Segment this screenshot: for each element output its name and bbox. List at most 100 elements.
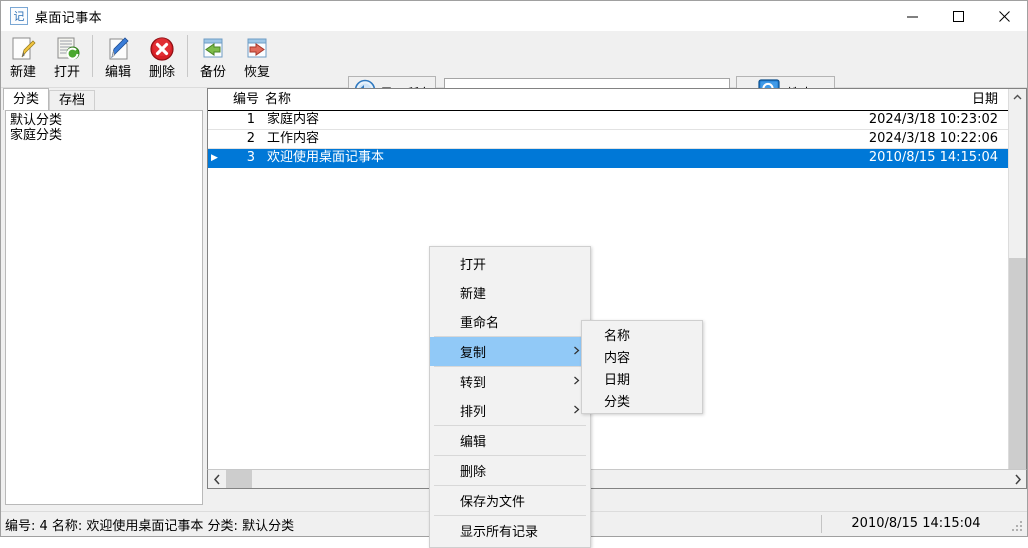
title-bar: 记 桌面记事本: [1, 1, 1027, 31]
status-info: 编号: 4 名称: 欢迎使用桌面记事本 分类: 默认分类: [5, 518, 295, 534]
table-row[interactable]: ▶ 3 欢迎使用桌面记事本 2010/8/15 14:15:04: [208, 149, 1008, 168]
list-header-name[interactable]: 名称: [263, 89, 836, 110]
toolbar-separator-2: [187, 35, 188, 77]
submenu-item-date[interactable]: 日期: [582, 367, 702, 389]
restore-right-arrow-icon: [241, 34, 273, 64]
list-header-row: 编号 名称 日期: [208, 89, 1008, 111]
row-marker-selected: ▶: [211, 153, 218, 163]
table-row[interactable]: 2 工作内容 2024/3/18 10:22:06: [208, 130, 1008, 149]
toolbar-separator-1: [92, 35, 93, 77]
chevron-right-icon: [573, 376, 580, 388]
chevron-left-icon[interactable]: [208, 470, 226, 488]
chevron-right-icon[interactable]: [1008, 470, 1026, 488]
row-id: 2: [246, 131, 255, 146]
new-note-icon: [7, 34, 39, 64]
toolbar-button-backup[interactable]: 备份: [191, 31, 235, 85]
app-icon: 记: [10, 7, 28, 25]
toolbar-label-edit: 编辑: [104, 65, 131, 80]
menu-item-label: 保存为文件: [460, 495, 526, 510]
list-rows: 1 家庭内容 2024/3/18 10:23:02 2 工作内容 2024/3/…: [208, 111, 1008, 469]
menu-item-label: 删除: [460, 465, 487, 480]
main-area: 分类 存档 默认分类 家庭分类 编号 名称 日期 1 家庭内容 2024/3/1…: [1, 88, 1027, 548]
menu-item-label: 转到: [460, 376, 487, 391]
vertical-scrollbar[interactable]: [1008, 89, 1026, 469]
context-submenu-copy[interactable]: 名称 内容 日期 分类: [581, 320, 703, 414]
submenu-item-label: 内容: [604, 350, 631, 366]
tab-archive[interactable]: 存档: [49, 90, 96, 110]
row-date: 2010/8/15 14:15:04: [868, 150, 998, 165]
list-header-date[interactable]: 日期: [836, 89, 1008, 110]
window-controls: [889, 1, 1027, 31]
tab-categories[interactable]: 分类: [3, 88, 50, 110]
submenu-item-name[interactable]: 名称: [582, 323, 702, 345]
row-id: 1: [246, 112, 255, 127]
menu-item-rename[interactable]: 重命名: [430, 307, 590, 336]
resize-grip[interactable]: [1012, 521, 1024, 533]
row-name: 家庭内容: [267, 112, 320, 127]
toolbar-button-delete[interactable]: 删除: [140, 31, 184, 85]
window-title: 桌面记事本: [35, 10, 103, 26]
submenu-item-label: 分类: [604, 394, 631, 410]
menu-item-edit[interactable]: 编辑: [430, 426, 590, 455]
horizontal-scroll-track[interactable]: [226, 470, 1008, 488]
chevron-up-icon[interactable]: [1009, 89, 1026, 106]
delete-cross-icon: [146, 34, 178, 64]
toolbar-label-open: 打开: [53, 65, 80, 80]
toolbar-group-backup: 备份 恢复: [191, 31, 279, 87]
vertical-scroll-track[interactable]: [1009, 106, 1026, 469]
sidebar-tabs: 分类 存档: [1, 88, 207, 110]
menu-item-label: 重命名: [460, 316, 500, 331]
toolbar-label-restore: 恢复: [243, 65, 270, 80]
menu-item-open[interactable]: 打开: [430, 249, 590, 278]
menu-item-sort[interactable]: 排列: [430, 396, 590, 425]
menu-item-label: 打开: [460, 258, 487, 273]
list-header-id[interactable]: 编号: [221, 89, 263, 110]
menu-item-goto[interactable]: 转到: [430, 367, 590, 396]
toolbar: 新建 打开 编辑 删除 备份 恢复: [1, 31, 1027, 108]
row-name: 欢迎使用桌面记事本: [267, 150, 385, 165]
status-divider: [821, 515, 822, 533]
toolbar-label-backup: 备份: [199, 65, 226, 80]
menu-item-label: 排列: [460, 405, 487, 420]
backup-left-arrow-icon: [197, 34, 229, 64]
menu-item-copy[interactable]: 复制: [430, 337, 590, 366]
menu-item-label: 显示所有记录: [460, 525, 539, 540]
toolbar-group-edit: 编辑 删除: [96, 31, 184, 87]
menu-item-show-all-records[interactable]: 显示所有记录: [430, 516, 590, 545]
context-menu[interactable]: 打开 新建 重命名 复制 转到 排列 编辑 删除 保存为文件 显示所有记录: [429, 246, 591, 548]
vertical-scroll-thumb[interactable]: [1009, 258, 1026, 469]
status-date: 2010/8/15 14:15:04: [851, 516, 981, 531]
menu-item-label: 复制: [460, 346, 487, 361]
toolbar-button-edit[interactable]: 编辑: [96, 31, 140, 85]
menu-item-new[interactable]: 新建: [430, 278, 590, 307]
app-window: 记 桌面记事本 新建 打开 编辑 删除 备份 恢复 分类 存档 默认分类 家庭分…: [0, 0, 1028, 548]
maximize-button[interactable]: [935, 1, 981, 31]
submenu-item-category[interactable]: 分类: [582, 389, 702, 411]
toolbar-label-delete: 删除: [148, 65, 175, 80]
category-list[interactable]: 默认分类 家庭分类: [5, 110, 203, 505]
submenu-item-label: 日期: [604, 372, 631, 388]
menu-item-label: 编辑: [460, 435, 487, 450]
category-item-default[interactable]: 默认分类: [9, 113, 199, 128]
toolbar-group-file: 新建 打开: [1, 31, 89, 87]
toolbar-button-restore[interactable]: 恢复: [235, 31, 279, 85]
row-date: 2024/3/18 10:22:06: [868, 131, 998, 146]
row-date: 2024/3/18 10:23:02: [868, 112, 998, 127]
toolbar-label-new: 新建: [9, 65, 36, 80]
category-item-family[interactable]: 家庭分类: [9, 128, 199, 143]
menu-item-delete[interactable]: 删除: [430, 456, 590, 485]
toolbar-button-new[interactable]: 新建: [1, 31, 45, 85]
row-name: 工作内容: [267, 131, 320, 146]
minimize-button[interactable]: [889, 1, 935, 31]
close-button[interactable]: [981, 1, 1027, 31]
menu-item-label: 新建: [460, 287, 487, 302]
table-row[interactable]: 1 家庭内容 2024/3/18 10:23:02: [208, 111, 1008, 130]
row-id: 3: [246, 150, 255, 165]
horizontal-scroll-thumb[interactable]: [226, 470, 252, 488]
submenu-item-content[interactable]: 内容: [582, 345, 702, 367]
list-header-marker: [208, 89, 221, 110]
horizontal-scrollbar[interactable]: [207, 469, 1027, 489]
toolbar-button-open[interactable]: 打开: [45, 31, 89, 85]
submenu-item-label: 名称: [604, 328, 631, 344]
menu-item-save-as-file[interactable]: 保存为文件: [430, 486, 590, 515]
